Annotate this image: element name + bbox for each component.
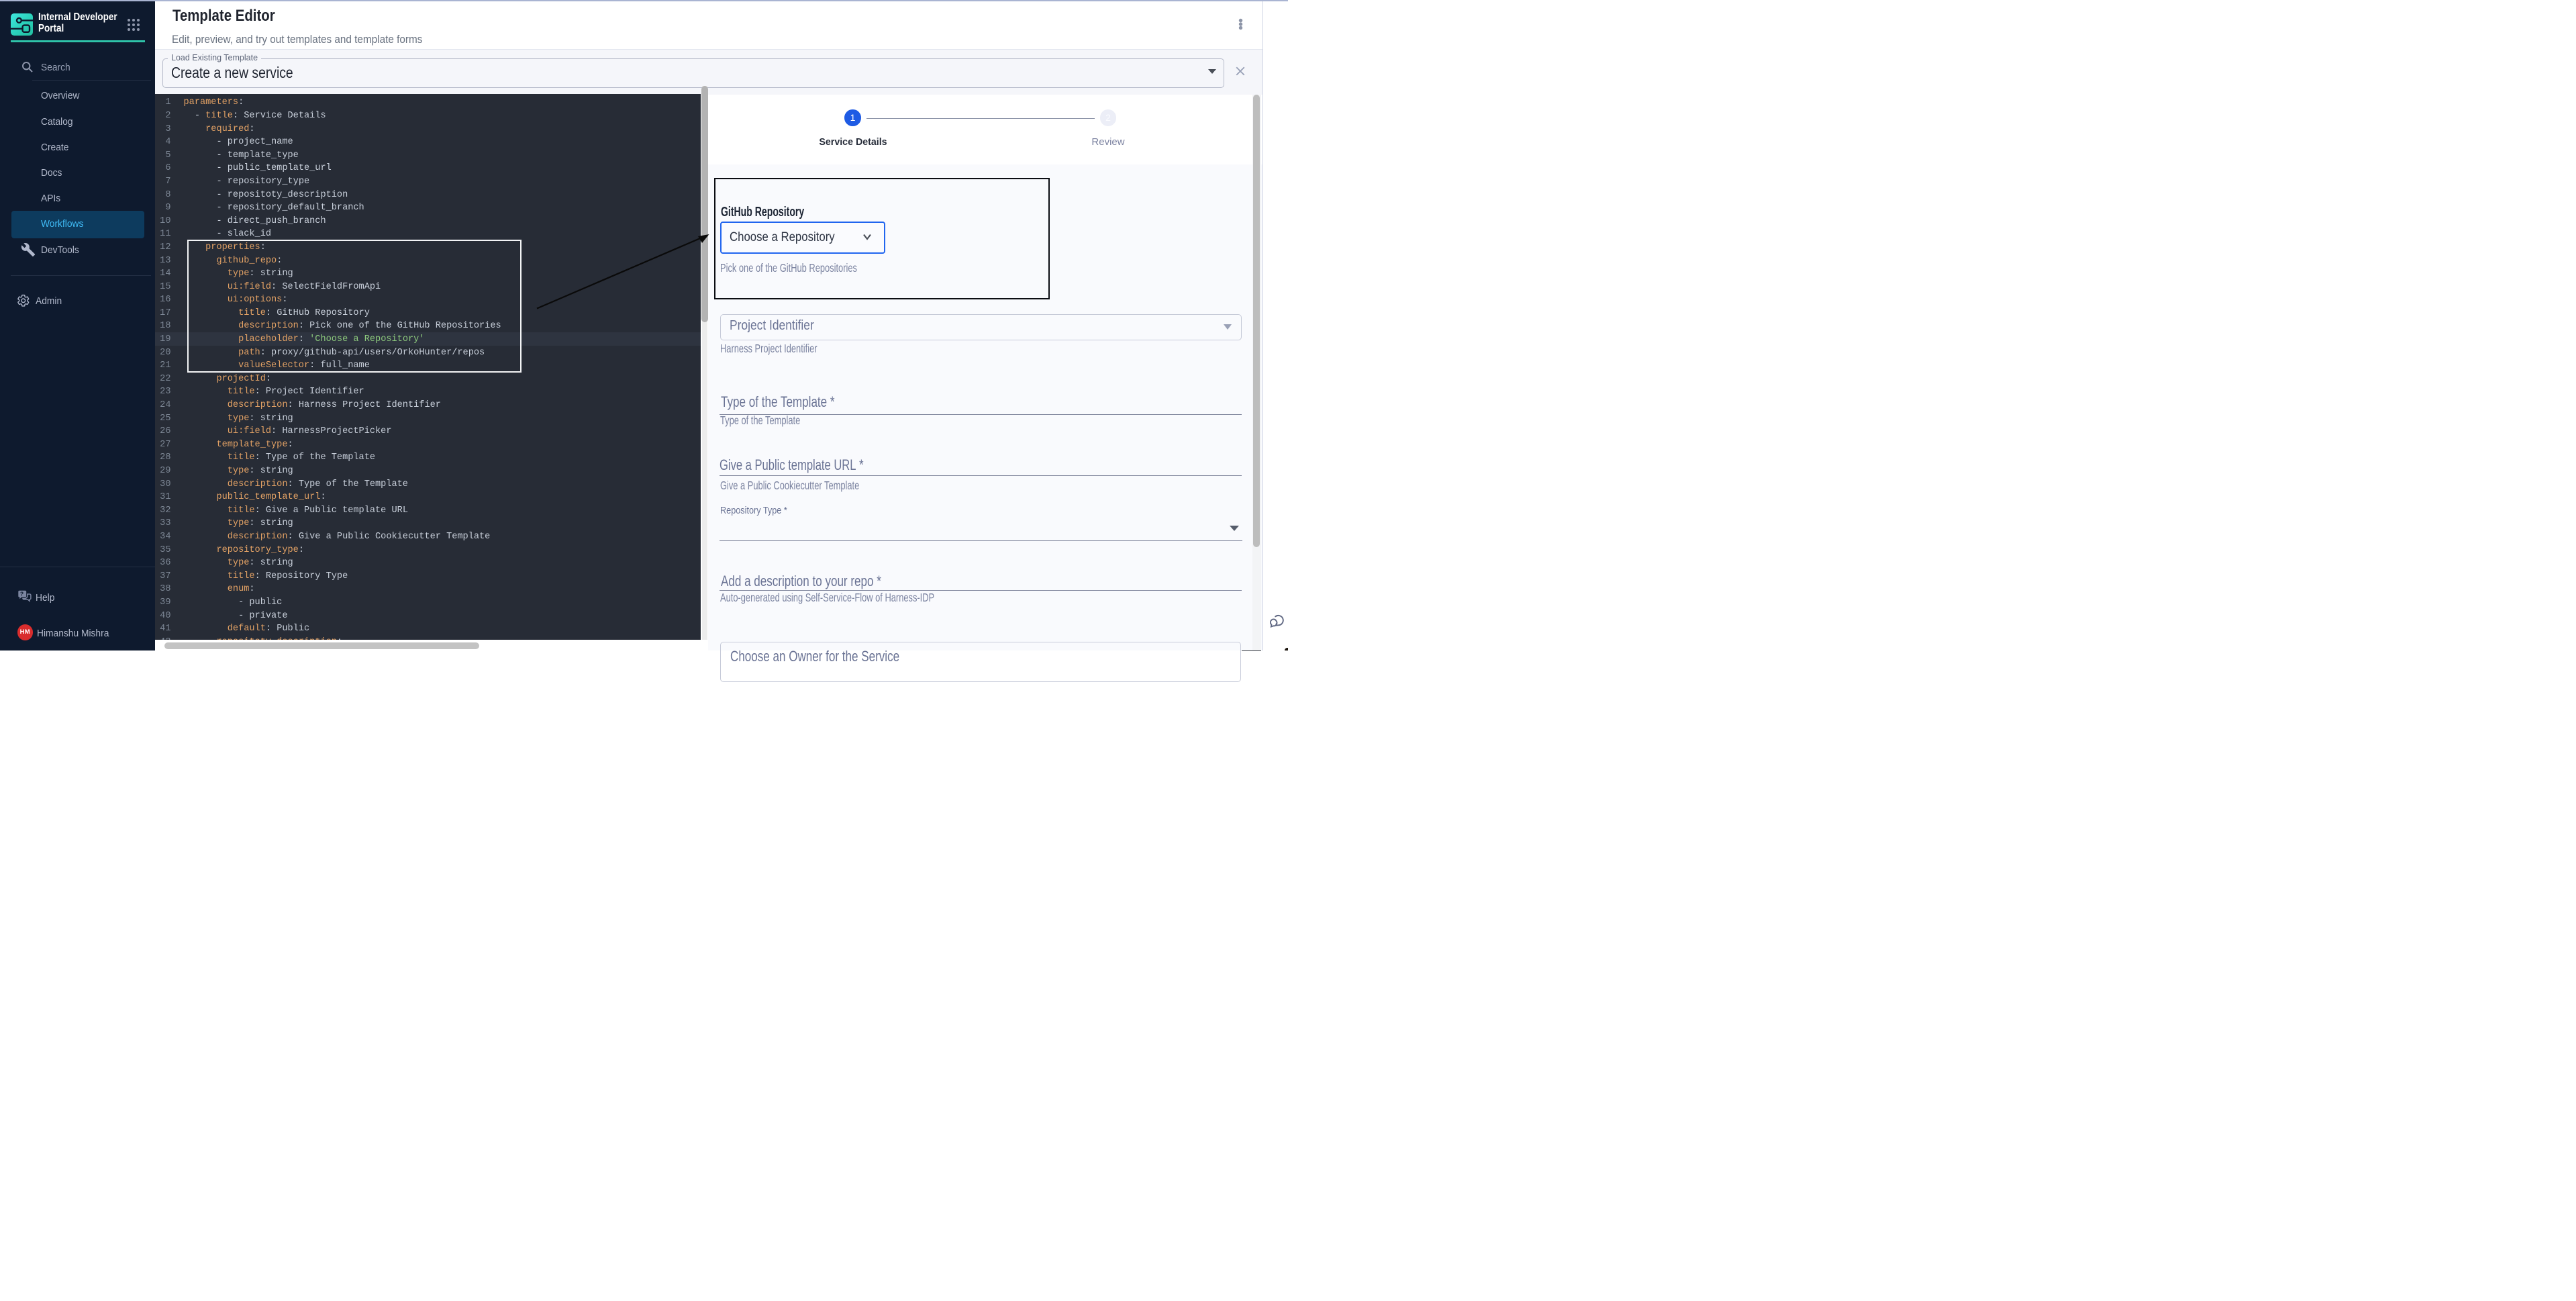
svg-text:?: ? [20,591,23,597]
